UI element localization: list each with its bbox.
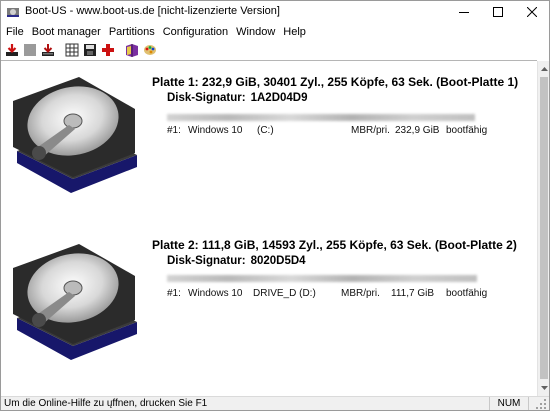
- disk-signature-row: Disk-Signatur: 8020D5D4: [167, 255, 306, 267]
- palette-icon: [144, 45, 156, 55]
- disk-2-panel: Platte 2: 111,8 GiB, 14593 Zyl., 255 Köp…: [1, 226, 537, 396]
- disabled-tool-button[interactable]: [22, 42, 38, 58]
- save-icon: [84, 44, 96, 56]
- chevron-up-icon: [540, 67, 548, 71]
- partition-number: #1:: [167, 288, 181, 299]
- install-boot-manager-button[interactable]: [4, 42, 20, 58]
- save-button[interactable]: [82, 42, 98, 58]
- maximize-button[interactable]: [481, 1, 515, 23]
- minimize-icon: [459, 12, 469, 13]
- partition-os: Windows 10: [188, 288, 243, 299]
- scroll-up-button[interactable]: [538, 62, 550, 76]
- uninstall-boot-manager-button[interactable]: [40, 42, 56, 58]
- redacted-line: [167, 114, 475, 121]
- toolbar: [1, 41, 549, 59]
- partition-table-button[interactable]: [64, 42, 80, 58]
- title-bar[interactable]: Boot-US - www.boot-us.de [nicht-lizenzie…: [1, 1, 549, 23]
- status-help-text: Um die Online-Hilfe zu ųffnen, drucken S…: [4, 398, 208, 409]
- menu-window[interactable]: Window: [232, 23, 279, 41]
- app-icon: [7, 8, 19, 17]
- disk-signature-value: 1A2D04D9: [250, 92, 308, 104]
- partition-number: #1:: [167, 125, 181, 136]
- disk-overview-panel: Platte 1: 232,9 GiB, 30401 Zyl., 255 Köp…: [1, 61, 537, 396]
- minimize-button[interactable]: [447, 1, 481, 23]
- partition-size: 111,7 GiB: [391, 288, 434, 299]
- menu-bar: File Boot manager Partitions Configurati…: [1, 23, 549, 41]
- hard-drive-icon: [13, 77, 137, 193]
- partition-drive: (C:): [257, 125, 274, 136]
- partition-table-icon: [65, 43, 79, 57]
- add-button[interactable]: [100, 42, 116, 58]
- redacted-line: [167, 275, 477, 282]
- book-icon: [126, 44, 138, 57]
- hard-drive-icon: [13, 244, 137, 360]
- partition-type: MBR/pri.: [341, 288, 380, 299]
- partition-flag: bootfähig: [446, 288, 488, 299]
- add-icon: [102, 44, 114, 56]
- partition-os: Windows 10: [188, 125, 243, 136]
- scroll-thumb[interactable]: [540, 77, 548, 379]
- close-icon: [527, 7, 537, 17]
- status-bar: Um die Online-Hilfe zu ųffnen, drucken S…: [1, 396, 549, 410]
- help-book-button[interactable]: [124, 42, 140, 58]
- resize-grip-icon[interactable]: [535, 398, 547, 410]
- disk-title: Platte 1: 232,9 GiB, 30401 Zyl., 255 Köp…: [152, 75, 519, 89]
- install-boot-manager-icon: [6, 44, 18, 56]
- menu-boot-manager[interactable]: Boot manager: [28, 23, 105, 41]
- scroll-down-button[interactable]: [538, 381, 550, 395]
- menu-file[interactable]: File: [2, 23, 28, 41]
- disk-signature-label: Disk-Signatur:: [167, 255, 246, 267]
- close-button[interactable]: [515, 1, 549, 23]
- menu-partitions[interactable]: Partitions: [105, 23, 159, 41]
- disk-signature-row: Disk-Signatur: 1A2D04D9: [167, 92, 308, 104]
- disk-signature-value: 8020D5D4: [250, 255, 306, 267]
- chevron-down-icon: [540, 386, 548, 390]
- partition-drive: DRIVE_D (D:): [253, 288, 316, 299]
- window-title: Boot-US - www.boot-us.de [nicht-lizenzie…: [25, 5, 280, 17]
- menu-configuration[interactable]: Configuration: [159, 23, 232, 41]
- disk-title: Platte 2: 111,8 GiB, 14593 Zyl., 255 Köp…: [152, 238, 517, 252]
- disabled-icon: [24, 44, 36, 56]
- disk-1-panel: Platte 1: 232,9 GiB, 30401 Zyl., 255 Köp…: [1, 61, 537, 231]
- disk-signature-label: Disk-Signatur:: [167, 92, 246, 104]
- menu-help[interactable]: Help: [279, 23, 310, 41]
- partition-type: MBR/pri.: [351, 125, 390, 136]
- colors-button[interactable]: [142, 42, 158, 58]
- partition-flag: bootfähig: [446, 125, 488, 136]
- vertical-scrollbar[interactable]: [537, 61, 549, 396]
- num-lock-indicator: NUM: [489, 397, 529, 410]
- maximize-icon: [493, 7, 503, 17]
- partition-size: 232,9 GiB: [395, 125, 440, 136]
- uninstall-boot-manager-icon: [42, 44, 54, 56]
- app-window: Boot-US - www.boot-us.de [nicht-lizenzie…: [0, 0, 550, 411]
